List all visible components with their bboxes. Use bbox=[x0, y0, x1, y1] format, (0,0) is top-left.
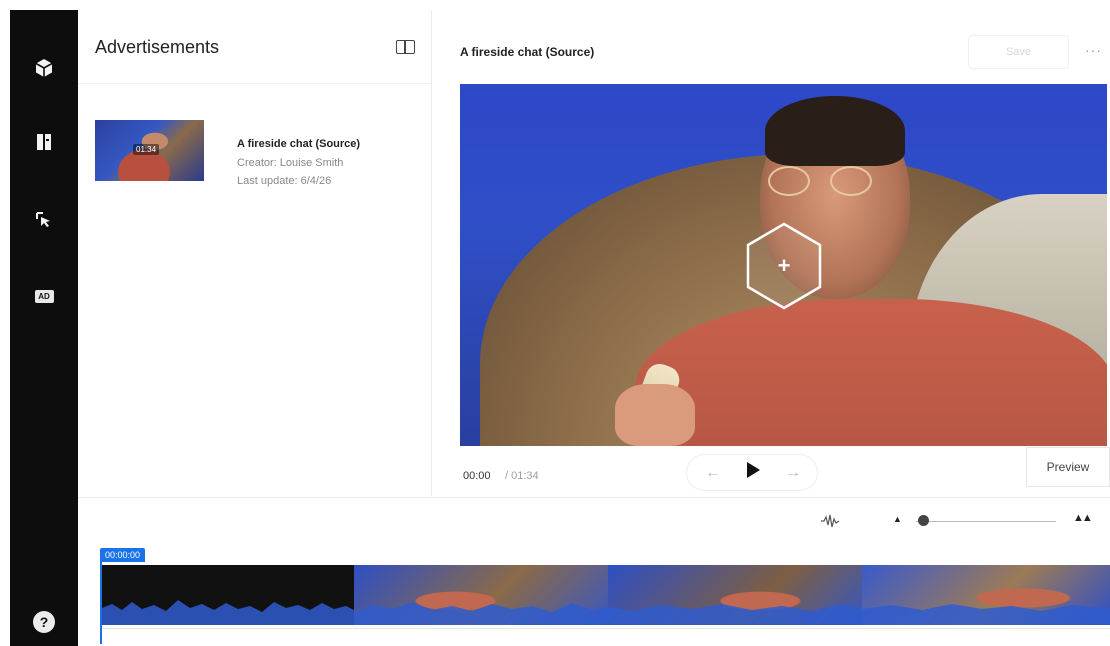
cube-icon bbox=[35, 58, 53, 78]
help-icon: ? bbox=[33, 611, 55, 633]
transport-controls: ← → bbox=[686, 454, 818, 491]
total-time: / 01:34 bbox=[505, 470, 539, 482]
asset-creator: Creator: Louise Smith bbox=[237, 157, 344, 169]
zoom-slider-handle[interactable] bbox=[917, 515, 929, 526]
arrow-left-icon: ← bbox=[705, 463, 721, 481]
play-button[interactable] bbox=[735, 455, 771, 490]
asset-card[interactable]: 01:34 A fireside chat (Source) Creator: … bbox=[95, 120, 425, 200]
more-options-icon[interactable]: ··· bbox=[1085, 42, 1102, 58]
time-separator: / bbox=[505, 470, 509, 482]
icon-sidebar: AD ? bbox=[10, 10, 78, 646]
left-rail: AD ? bbox=[0, 0, 78, 646]
asset-thumbnail[interactable]: 01:34 bbox=[95, 120, 204, 181]
ad-icon: AD bbox=[34, 289, 54, 303]
video-person-body bbox=[635, 299, 1107, 446]
audio-track-line bbox=[102, 628, 1110, 629]
library-book-icon bbox=[37, 134, 51, 150]
asset-title: A fireside chat (Source) bbox=[237, 138, 361, 150]
zoom-out-icon[interactable]: ▲ bbox=[893, 514, 902, 524]
cursor-click-icon bbox=[35, 211, 53, 229]
plus-icon: + bbox=[778, 253, 791, 278]
rail-item-products[interactable] bbox=[10, 48, 78, 88]
library-panel: Advertisements 01:34 A fireside chat (So… bbox=[78, 10, 432, 496]
zoom-slider-track[interactable] bbox=[916, 521, 1056, 522]
video-title: A fireside chat (Source) bbox=[460, 45, 595, 59]
add-hotspot-button[interactable]: + bbox=[745, 222, 823, 310]
audio-waveform-icon[interactable] bbox=[820, 514, 840, 533]
video-hand bbox=[615, 384, 695, 446]
total-duration: 01:34 bbox=[511, 470, 539, 482]
rail-item-interactions[interactable] bbox=[10, 200, 78, 240]
preview-button[interactable]: Preview bbox=[1026, 447, 1110, 487]
timeline-panel: ▲ ▲▲ 00:00:00 bbox=[78, 497, 1110, 646]
audio-waveform bbox=[102, 600, 1110, 625]
playhead-timecode: 00:00:00 bbox=[100, 548, 146, 562]
playhead[interactable] bbox=[100, 562, 102, 644]
step-forward-button[interactable]: → bbox=[775, 455, 811, 490]
step-back-button[interactable]: ← bbox=[695, 455, 731, 490]
library-title: Advertisements bbox=[95, 37, 220, 57]
arrow-right-icon: → bbox=[785, 463, 801, 481]
preview-panel: A fireside chat (Source) Save ··· + 00:0… bbox=[433, 10, 1110, 496]
video-player[interactable]: + bbox=[460, 84, 1107, 446]
panel-toggle-icon[interactable] bbox=[396, 40, 415, 54]
rail-item-ads[interactable]: AD bbox=[10, 276, 78, 316]
asset-last-update: Last update: 6/4/26 bbox=[237, 175, 332, 187]
zoom-in-icon[interactable]: ▲▲ bbox=[1073, 512, 1093, 524]
video-person-glasses bbox=[768, 166, 888, 196]
save-button[interactable]: Save bbox=[968, 35, 1069, 69]
video-person-hair bbox=[765, 96, 905, 166]
asset-duration: 01:34 bbox=[133, 144, 160, 155]
library-header: Advertisements bbox=[78, 10, 431, 84]
help-button[interactable]: ? bbox=[10, 602, 78, 642]
current-time: 00:00 bbox=[463, 470, 491, 482]
play-icon bbox=[746, 462, 760, 483]
rail-item-library[interactable] bbox=[10, 122, 78, 162]
